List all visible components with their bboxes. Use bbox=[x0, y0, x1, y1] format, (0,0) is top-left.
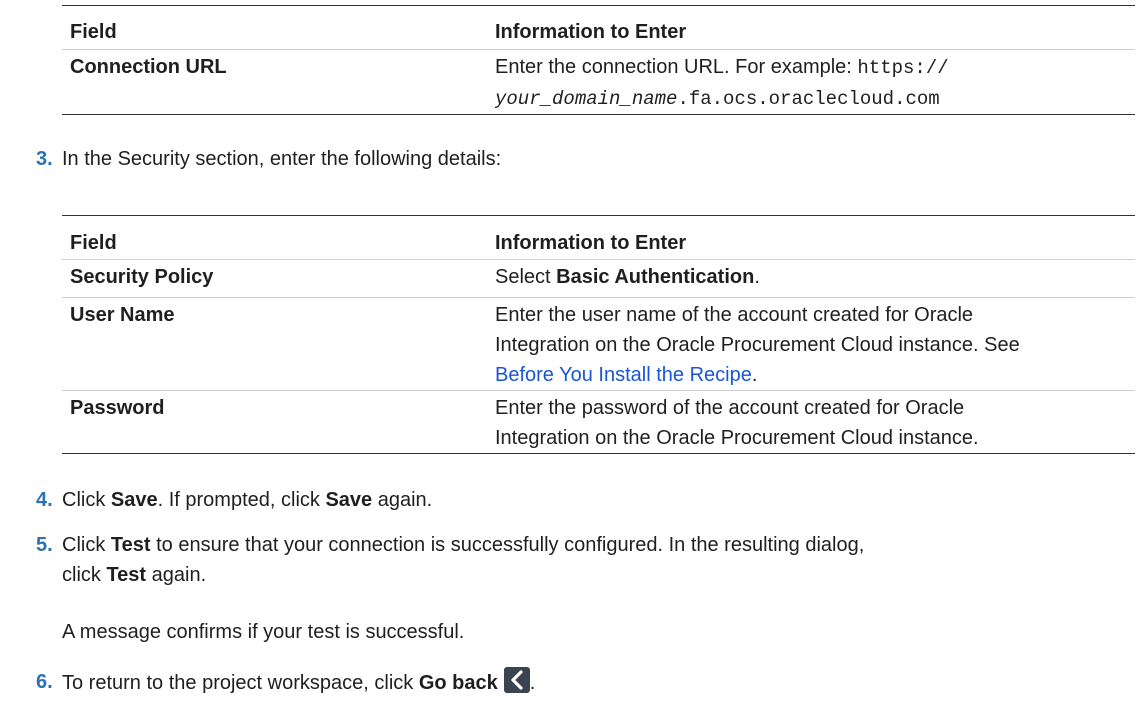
table-row: User Name Enter the user name of the acc… bbox=[62, 298, 1135, 391]
header-field: Field bbox=[70, 232, 117, 254]
field-cell: Password bbox=[70, 397, 165, 419]
header-info: Information to Enter bbox=[495, 21, 687, 43]
step-number: 5. bbox=[36, 534, 53, 556]
info-cell: Enter the connection URL. For example: h… bbox=[495, 56, 949, 110]
info-cell: Select Basic Authentication. bbox=[495, 266, 760, 288]
security-table: Field Information to Enter Security Poli… bbox=[62, 215, 1135, 454]
table-row: Security Policy Select Basic Authenticat… bbox=[62, 260, 1135, 298]
document-page: Field Information to Enter Connection UR… bbox=[0, 0, 1143, 708]
table-row: Connection URL Enter the connection URL.… bbox=[62, 50, 1135, 115]
step-text: Click Test to ensure that your connectio… bbox=[62, 534, 865, 586]
step-number: 3. bbox=[36, 148, 53, 170]
header-info: Information to Enter bbox=[495, 232, 687, 254]
step-5-note: A message confirms if your test is succe… bbox=[62, 621, 465, 643]
field-cell: Connection URL bbox=[70, 56, 227, 78]
before-you-install-link[interactable]: Before You Install the Recipe bbox=[495, 364, 752, 386]
step-number: 6. bbox=[36, 671, 53, 693]
field-cell: User Name bbox=[70, 304, 175, 326]
table-row: Password Enter the password of the accou… bbox=[62, 391, 1135, 454]
table-header-row: Field Information to Enter bbox=[62, 215, 1135, 260]
step-number: 4. bbox=[36, 489, 53, 511]
step-text: In the Security section, enter the follo… bbox=[62, 148, 502, 170]
info-cell: Enter the password of the account create… bbox=[495, 397, 979, 449]
info-cell: Enter the user name of the account creat… bbox=[495, 304, 1020, 386]
field-cell: Security Policy bbox=[70, 266, 214, 288]
chevron-left-icon bbox=[503, 667, 530, 693]
step-text: Click Save. If prompted, click Save agai… bbox=[62, 489, 433, 511]
header-field: Field bbox=[70, 21, 117, 43]
connection-table: Field Information to Enter Connection UR… bbox=[62, 5, 1135, 115]
step-text: To return to the project workspace, clic… bbox=[62, 667, 535, 698]
table-header-row: Field Information to Enter bbox=[62, 5, 1135, 50]
